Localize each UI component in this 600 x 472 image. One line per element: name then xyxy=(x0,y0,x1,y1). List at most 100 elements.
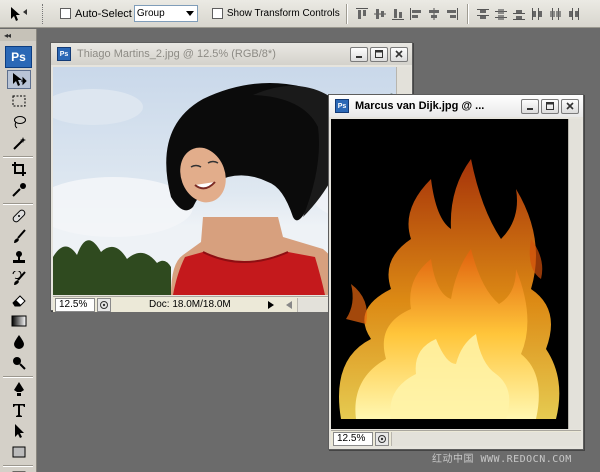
pen-tool[interactable] xyxy=(7,379,31,398)
align-bottom-edges-button[interactable] xyxy=(389,5,407,23)
align-horizontal-centers-button[interactable] xyxy=(425,5,443,23)
align-right-edges-button[interactable] xyxy=(443,5,461,23)
close-button[interactable] xyxy=(561,98,579,114)
type-icon xyxy=(13,403,25,417)
healing-brush-tool[interactable] xyxy=(7,206,31,225)
eraser-tool[interactable] xyxy=(7,290,31,309)
blur-tool[interactable] xyxy=(7,332,31,351)
auto-select-label: Auto-Select xyxy=(75,7,132,20)
photoshop-logo[interactable]: Ps xyxy=(5,46,32,68)
dodge-icon xyxy=(13,356,26,370)
scroll-left-arrow[interactable] xyxy=(283,298,295,312)
distribute-center-icon xyxy=(549,7,561,20)
distribute-top-icon xyxy=(476,8,489,19)
crop-tool[interactable] xyxy=(7,159,31,178)
magic-wand-tool[interactable] xyxy=(7,133,31,152)
zoom-field[interactable]: 12.5% xyxy=(55,297,95,312)
magic-wand-icon xyxy=(13,136,26,150)
vertical-scrollbar[interactable] xyxy=(568,119,581,429)
toolbox-panel: ◂◂ Ps xyxy=(0,29,37,472)
gradient-icon xyxy=(11,315,27,326)
align-vertical-centers-button[interactable] xyxy=(371,5,389,23)
notes-tool[interactable] xyxy=(7,468,31,472)
distribute-horizontal-centers-button[interactable] xyxy=(546,5,564,23)
lasso-tool[interactable] xyxy=(7,112,31,131)
marquee-icon xyxy=(12,95,26,106)
distribute-right-icon xyxy=(568,7,579,20)
maximize-button[interactable] xyxy=(541,98,559,114)
preview-icon xyxy=(100,300,108,309)
distribute-left-button[interactable] xyxy=(528,5,546,23)
play-arrow-icon xyxy=(268,300,274,309)
distribute-top-button[interactable] xyxy=(474,5,492,23)
dodge-tool[interactable] xyxy=(7,353,31,372)
rectangle-tool[interactable] xyxy=(7,442,31,461)
distribute-bottom-icon xyxy=(512,9,525,20)
toolbox-divider xyxy=(3,156,33,157)
window-titlebar[interactable]: Ps Marcus van Dijk.jpg @ ... xyxy=(329,95,583,117)
toolbox-divider xyxy=(3,376,33,377)
document-size-info: Doc: 18.0M/18.0M xyxy=(149,299,231,310)
navigator-preview-button[interactable] xyxy=(97,297,111,312)
navigator-preview-button[interactable] xyxy=(375,431,389,446)
zoom-field[interactable]: 12.5% xyxy=(333,431,373,446)
window-title: Marcus van Dijk.jpg @ ... xyxy=(355,100,485,112)
brush-icon xyxy=(14,228,26,243)
brush-tool[interactable] xyxy=(7,227,31,246)
gradient-tool[interactable] xyxy=(7,311,31,330)
move-tool-icon xyxy=(13,72,27,86)
rectangle-icon xyxy=(12,446,26,457)
show-transform-label: Show Transform Controls xyxy=(226,8,340,19)
options-bar: Auto-Select Group Show Transform Control… xyxy=(0,0,600,28)
close-button[interactable] xyxy=(390,46,408,62)
toolbox-divider xyxy=(3,465,33,466)
path-selection-tool[interactable] xyxy=(7,421,31,440)
window-title: Thiago Martins_2.jpg @ 12.5% (RGB/8*) xyxy=(77,48,276,60)
healing-brush-icon xyxy=(12,209,26,222)
options-separator xyxy=(466,3,468,24)
distribute-right-button[interactable] xyxy=(564,5,582,23)
show-transform-checkbox[interactable] xyxy=(211,8,223,19)
distribute-middle-icon xyxy=(494,8,507,20)
marquee-tool[interactable] xyxy=(7,91,31,110)
minimize-button[interactable] xyxy=(350,46,368,62)
auto-select-dropdown[interactable]: Group xyxy=(133,5,198,22)
chevron-down-icon xyxy=(183,6,197,21)
align-top-icon xyxy=(355,7,368,19)
clone-stamp-tool[interactable] xyxy=(7,248,31,267)
align-left-edges-button[interactable] xyxy=(407,5,425,23)
auto-select-value: Group xyxy=(136,8,165,19)
history-brush-tool[interactable] xyxy=(7,269,31,288)
close-icon xyxy=(395,50,403,58)
status-menu-arrow[interactable] xyxy=(265,298,277,312)
move-tool-icon xyxy=(11,6,27,21)
minimize-button[interactable] xyxy=(521,98,539,114)
auto-select-checkbox[interactable] xyxy=(60,8,71,19)
eyedropper-icon xyxy=(12,182,26,197)
document-canvas[interactable] xyxy=(331,119,568,429)
photoshop-doc-icon: Ps xyxy=(57,47,71,61)
options-grip[interactable] xyxy=(42,3,46,24)
maximize-button[interactable] xyxy=(370,46,388,62)
tool-preset-picker[interactable] xyxy=(0,1,40,27)
horizontal-scrollbar[interactable] xyxy=(391,431,581,446)
preview-icon xyxy=(378,434,386,443)
align-right-icon xyxy=(446,7,458,20)
align-top-edges-button[interactable] xyxy=(353,5,371,23)
eyedropper-tool[interactable] xyxy=(7,180,31,199)
distribute-vertical-centers-button[interactable] xyxy=(492,5,510,23)
maximize-icon xyxy=(546,102,554,110)
move-tool[interactable] xyxy=(7,70,31,89)
document-window-marcus[interactable]: Ps Marcus van Dijk.jpg @ ... 12.5% xyxy=(328,94,584,450)
toolbox-collapse-grip[interactable]: ◂◂ xyxy=(0,29,36,41)
auto-select-group: Auto-Select xyxy=(60,8,132,20)
window-titlebar[interactable]: Ps Thiago Martins_2.jpg @ 12.5% (RGB/8*) xyxy=(51,43,412,65)
crop-icon xyxy=(12,161,26,176)
type-tool[interactable] xyxy=(7,400,31,419)
show-transform-group: Show Transform Controls xyxy=(211,8,340,19)
eraser-icon xyxy=(12,294,26,306)
align-middle-icon xyxy=(373,8,386,19)
minimize-icon xyxy=(527,108,533,110)
minimize-icon xyxy=(356,56,362,58)
distribute-bottom-button[interactable] xyxy=(510,5,528,23)
